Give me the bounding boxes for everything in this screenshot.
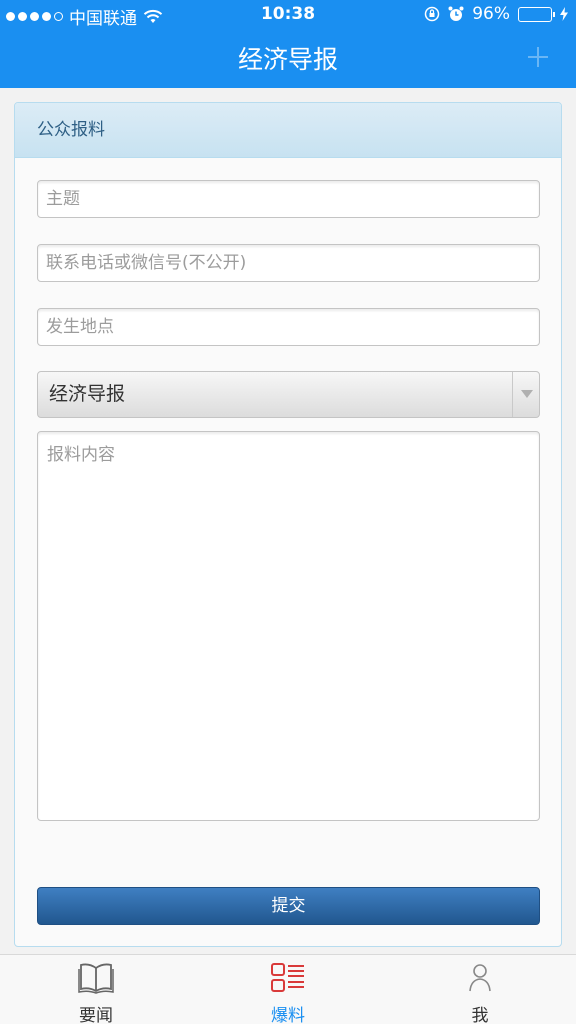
tab-news[interactable]: 要闻 [0,955,192,1024]
location-input[interactable] [37,308,540,346]
subject-input[interactable] [37,180,540,218]
content-textarea[interactable] [37,431,540,821]
page-title: 经济导报 [237,45,338,74]
plus-icon[interactable] [528,47,548,67]
list-icon [271,963,304,992]
chevron-down-icon [512,372,539,417]
charging-bolt-icon [560,7,568,21]
status-bar: 中国联通 10:38 96% [0,0,576,30]
tab-report[interactable]: 爆料 [192,955,384,1024]
report-form-card: 公众报料 经济导报 提交 [14,102,562,947]
category-select[interactable]: 经济导报 [37,371,540,418]
tab-me-label: 我 [471,1006,489,1024]
battery-icon [518,6,555,22]
battery-percent: 96% [472,4,510,24]
tab-report-label: 爆料 [271,1006,305,1024]
contact-input[interactable] [37,244,540,282]
tab-bar: 要闻 爆料 我 [0,954,576,1024]
person-icon [469,964,491,992]
book-icon [78,963,114,994]
status-right: 96% [424,4,568,24]
tab-me[interactable]: 我 [384,955,576,1024]
top-bar: 中国联通 10:38 96% 经济导报 [0,0,576,88]
tab-news-label: 要闻 [79,1006,113,1024]
submit-button[interactable]: 提交 [37,887,540,925]
alarm-icon [448,6,464,21]
form-header: 公众报料 [15,103,561,158]
category-select-value: 经济导报 [49,383,126,405]
rotation-lock-icon [424,6,440,22]
